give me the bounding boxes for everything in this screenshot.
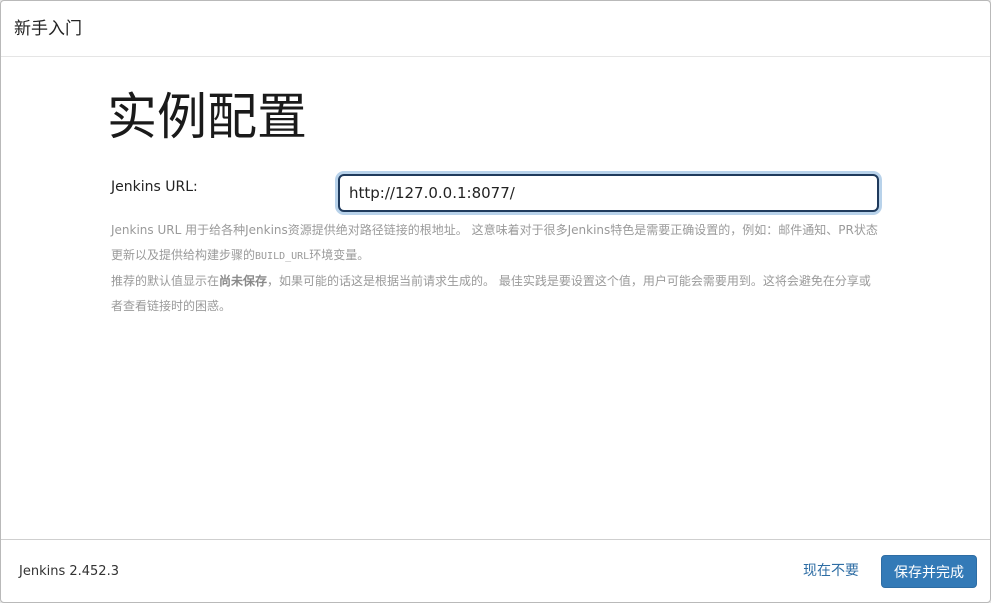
help-text-2a: 推荐的默认值显示在	[111, 274, 220, 288]
setup-wizard-dialog: 新手入门 实例配置 Jenkins URL: Jenkins URL 用于给各种…	[0, 0, 991, 603]
jenkins-version: Jenkins 2.452.3	[19, 564, 119, 579]
help-paragraph-1: Jenkins URL 用于给各种Jenkins资源提供绝对路径链接的根地址。 …	[111, 218, 881, 269]
help-text-1a: Jenkins URL 用于给各种Jenkins资源提供绝对路径链接的根地址。 …	[111, 223, 878, 262]
jenkins-url-label: Jenkins URL:	[111, 179, 198, 195]
save-and-finish-button[interactable]: 保存并完成	[881, 555, 977, 588]
dialog-footer: Jenkins 2.452.3 现在不要 保存并完成	[1, 539, 990, 602]
dialog-title: 新手入门	[14, 19, 82, 39]
jenkins-url-help: Jenkins URL 用于给各种Jenkins资源提供绝对路径链接的根地址。 …	[111, 218, 881, 319]
help-text-2-emphasis: 尚未保存	[219, 274, 268, 288]
help-text-1b: 环境变量。	[309, 248, 370, 262]
jenkins-url-input[interactable]	[338, 174, 879, 212]
page-title: 实例配置	[107, 88, 307, 146]
skip-link[interactable]: 现在不要	[803, 562, 859, 580]
dialog-header: 新手入门	[1, 1, 990, 57]
help-paragraph-2: 推荐的默认值显示在尚未保存，如果可能的话这是根据当前请求生成的。 最佳实践是要设…	[111, 269, 881, 319]
build-url-code: BUILD_URL	[255, 251, 310, 262]
